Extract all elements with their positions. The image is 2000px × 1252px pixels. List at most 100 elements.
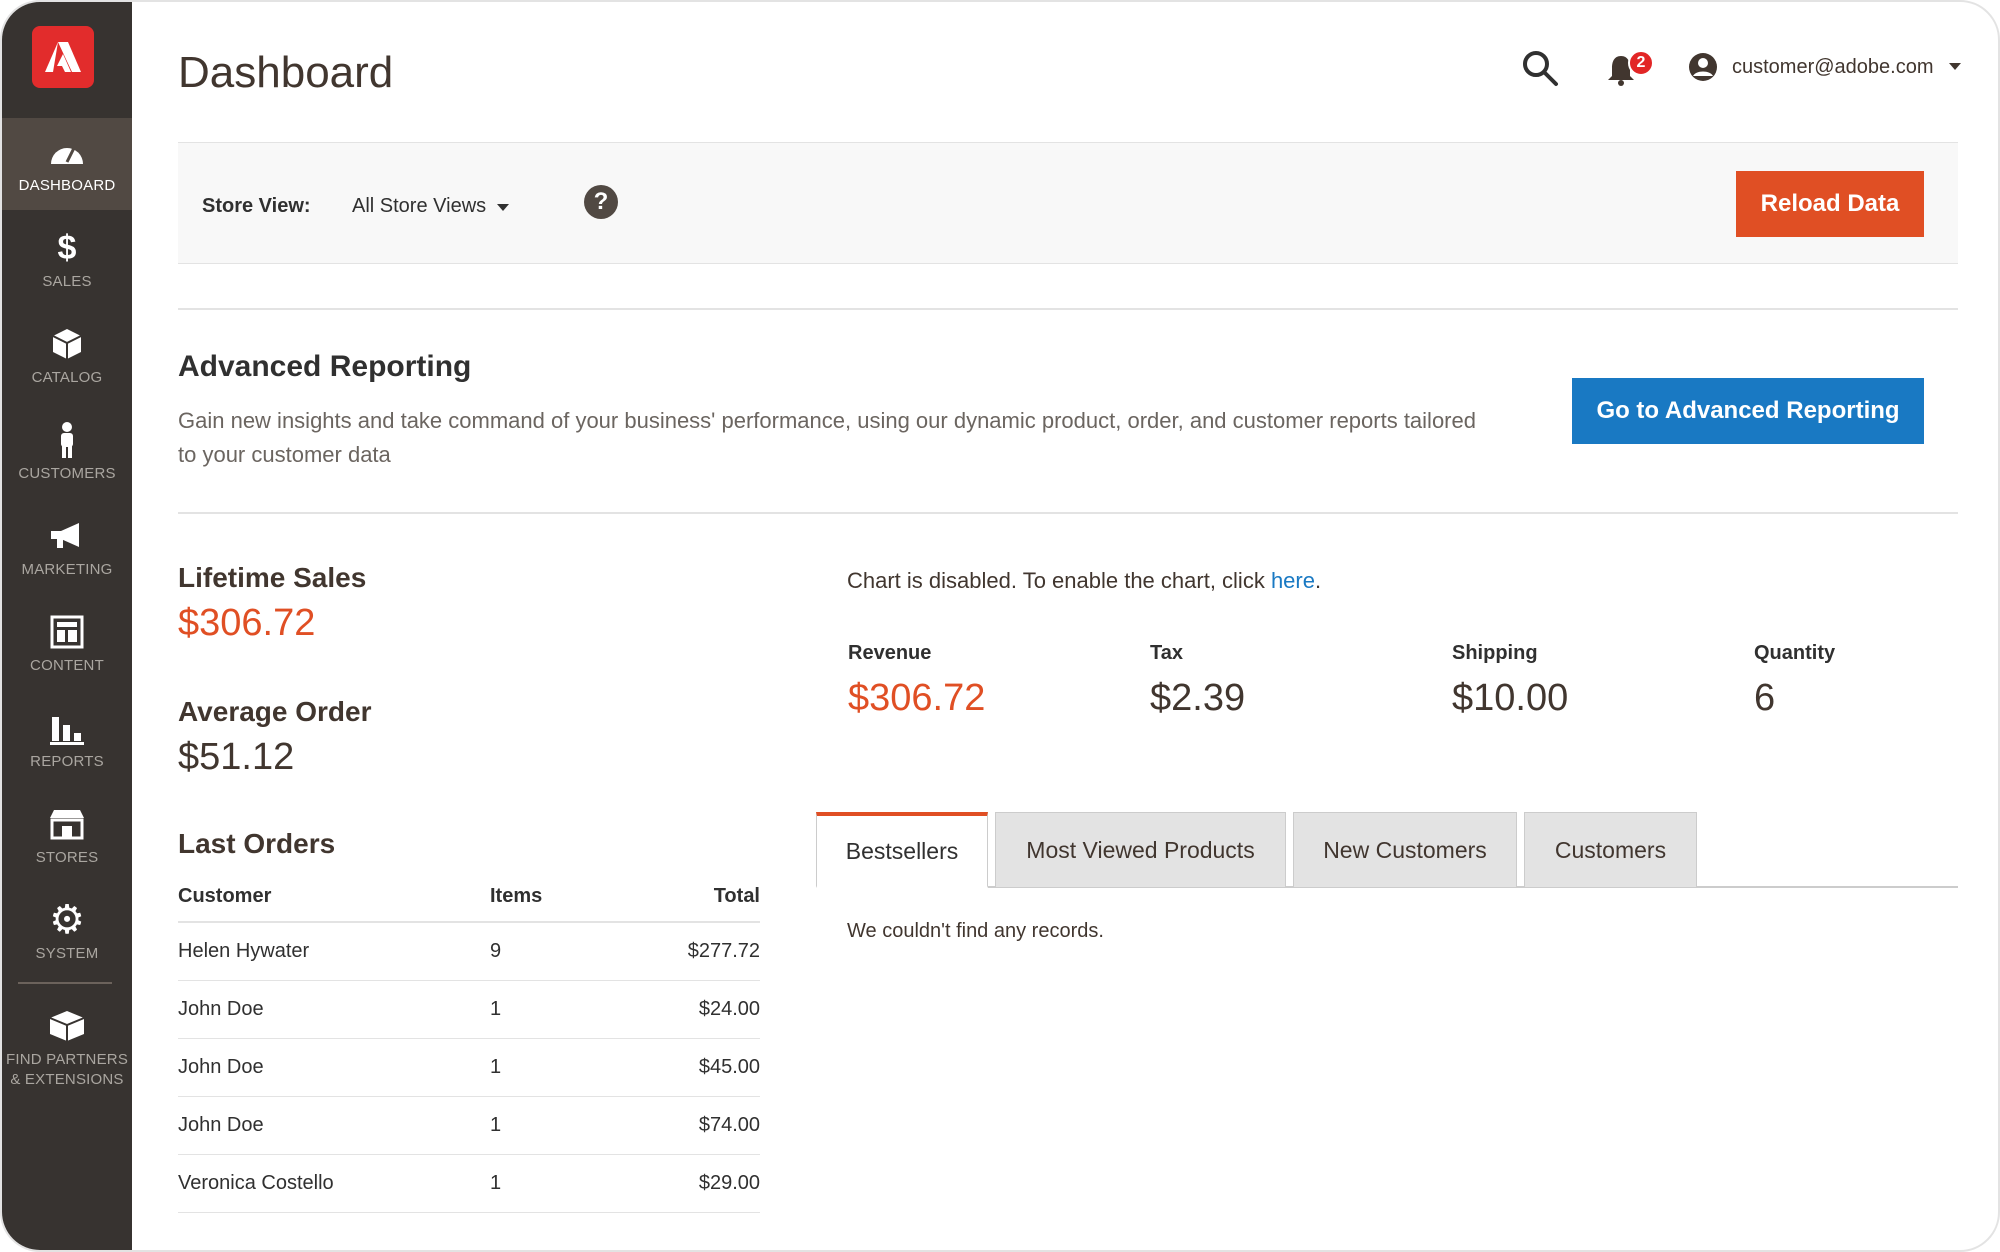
sidebar-item-dashboard[interactable]: DASHBOARD: [2, 118, 132, 210]
store-icon: [47, 804, 87, 844]
advanced-reporting-title: Advanced Reporting: [178, 350, 472, 383]
divider: [178, 512, 1958, 514]
order-items: 1: [490, 1154, 650, 1213]
revenue-label: Revenue: [848, 642, 932, 664]
user-avatar-icon: [1689, 53, 1717, 81]
layout-icon: [47, 612, 87, 652]
person-icon: [47, 420, 87, 460]
dashboard-tabs: Bestsellers Most Viewed Products New Cus…: [816, 812, 1958, 888]
sidebar-item-reports[interactable]: REPORTS: [2, 694, 132, 786]
chevron-down-icon: [497, 203, 510, 211]
chevron-down-icon: [1948, 63, 1961, 70]
notification-badge: 2: [1628, 50, 1654, 76]
sidebar-item-label: SYSTEM: [35, 945, 99, 962]
order-total: $29.00: [650, 1154, 760, 1213]
table-row[interactable]: Helen Hywater 9 $277.72: [178, 922, 760, 981]
search-icon: [1523, 51, 1558, 86]
table-header-row: Customer Items Total: [178, 872, 760, 923]
order-items: 9: [490, 922, 650, 981]
quantity-value: 6: [1754, 677, 1776, 719]
enable-chart-link[interactable]: here: [1271, 568, 1315, 593]
average-order-label: Average Order: [178, 696, 372, 727]
store-view-dropdown[interactable]: All Store Views: [352, 195, 510, 218]
sidebar-item-label: CATALOG: [31, 369, 103, 386]
help-icon[interactable]: ?: [584, 185, 618, 219]
speedometer-icon: [47, 132, 87, 172]
chart-message-text: Chart is disabled. To enable the chart, …: [847, 568, 1271, 593]
go-to-advanced-reporting-button[interactable]: Go to Advanced Reporting: [1572, 378, 1924, 444]
sidebar-item-stores[interactable]: STORES: [2, 790, 132, 882]
lifetime-sales-label: Lifetime Sales: [178, 562, 367, 593]
bar-chart-icon: [47, 708, 87, 748]
column-header-customer[interactable]: Customer: [178, 872, 490, 923]
divider: [178, 308, 1958, 310]
order-items: 1: [490, 1096, 650, 1155]
chart-disabled-message: Chart is disabled. To enable the chart, …: [847, 568, 1321, 594]
sidebar-item-label: CUSTOMERS: [18, 465, 116, 482]
order-total: $45.00: [650, 1038, 760, 1097]
gear-icon: ⚙: [49, 898, 85, 942]
table-row[interactable]: Veronica Costello 1 $29.00: [178, 1154, 760, 1213]
reload-data-button[interactable]: Reload Data: [1736, 171, 1924, 237]
tab-most-viewed-products[interactable]: Most Viewed Products: [995, 812, 1286, 888]
dollar-icon: $: [57, 228, 77, 267]
sidebar-item-system[interactable]: ⚙ SYSTEM: [2, 886, 132, 978]
sidebar-item-content[interactable]: CONTENT: [2, 598, 132, 690]
sidebar-item-find-partners[interactable]: FIND PARTNERS & EXTENSIONS: [2, 992, 132, 1104]
adobe-logo[interactable]: [32, 26, 94, 88]
table-row[interactable]: John Doe 1 $45.00: [178, 1038, 760, 1097]
table-row[interactable]: John Doe 1 $74.00: [178, 1096, 760, 1155]
total-revenue: Revenue $306.72: [848, 642, 985, 720]
user-email: customer@adobe.com: [1732, 55, 1934, 78]
average-order-value: $51.12: [178, 736, 295, 778]
column-header-total[interactable]: Total: [650, 872, 760, 923]
store-view-bar: Store View: All Store Views ? Reload Dat…: [178, 142, 1958, 264]
total-quantity: Quantity 6: [1754, 642, 1835, 720]
megaphone-icon: [47, 516, 87, 556]
cube-icon: [47, 1006, 87, 1046]
notifications-button[interactable]: 2: [1602, 46, 1654, 90]
sidebar-divider: [18, 982, 112, 984]
tab-customers[interactable]: Customers: [1524, 812, 1697, 888]
order-customer: Helen Hywater: [178, 922, 490, 981]
admin-window: DASHBOARD $ SALES CATALOG CUSTOMERS MARK…: [0, 0, 2000, 1252]
sidebar: DASHBOARD $ SALES CATALOG CUSTOMERS MARK…: [2, 2, 132, 1250]
user-menu[interactable]: customer@adobe.com: [1688, 50, 1962, 84]
sidebar-item-label: SALES: [42, 273, 92, 290]
last-orders-title: Last Orders: [178, 828, 336, 859]
total-tax: Tax $2.39: [1150, 642, 1245, 720]
tab-bestsellers[interactable]: Bestsellers: [816, 812, 988, 888]
order-total: $74.00: [650, 1096, 760, 1155]
tax-label: Tax: [1150, 642, 1183, 664]
dashboard-totals: Revenue $306.72 Tax $2.39 Shipping $10.0…: [848, 642, 1948, 722]
sidebar-item-catalog[interactable]: CATALOG: [2, 310, 132, 402]
sidebar-item-label: STORES: [35, 849, 99, 866]
order-customer: John Doe: [178, 1038, 490, 1097]
tax-value: $2.39: [1150, 677, 1246, 719]
order-customer: Veronica Costello: [178, 1154, 490, 1213]
tab-new-customers[interactable]: New Customers: [1293, 812, 1517, 888]
store-view-label: Store View:: [202, 195, 311, 217]
sidebar-item-sales[interactable]: $ SALES: [2, 214, 132, 306]
sidebar-item-customers[interactable]: CUSTOMERS: [2, 406, 132, 498]
empty-state-message: We couldn't find any records.: [847, 920, 1104, 942]
order-total: $24.00: [650, 980, 760, 1039]
order-items: 1: [490, 980, 650, 1039]
page-title: Dashboard: [178, 48, 394, 97]
table-row[interactable]: John Doe 1 $24.00: [178, 980, 760, 1039]
order-customer: John Doe: [178, 1096, 490, 1155]
order-total: $277.72: [650, 922, 760, 981]
box-icon: [47, 324, 87, 364]
column-header-items[interactable]: Items: [490, 872, 650, 923]
last-orders-table: Customer Items Total Helen Hywater 9 $27…: [178, 872, 760, 1213]
search-button[interactable]: [1520, 48, 1560, 88]
sidebar-item-marketing[interactable]: MARKETING: [2, 502, 132, 594]
quantity-label: Quantity: [1754, 642, 1836, 664]
shipping-value: $10.00: [1452, 677, 1569, 719]
shipping-label: Shipping: [1452, 642, 1538, 664]
order-items: 1: [490, 1038, 650, 1097]
chart-message-suffix: .: [1314, 568, 1322, 593]
order-customer: John Doe: [178, 980, 490, 1039]
sidebar-item-label: CONTENT: [30, 657, 104, 674]
adobe-logo-icon: [45, 42, 81, 72]
